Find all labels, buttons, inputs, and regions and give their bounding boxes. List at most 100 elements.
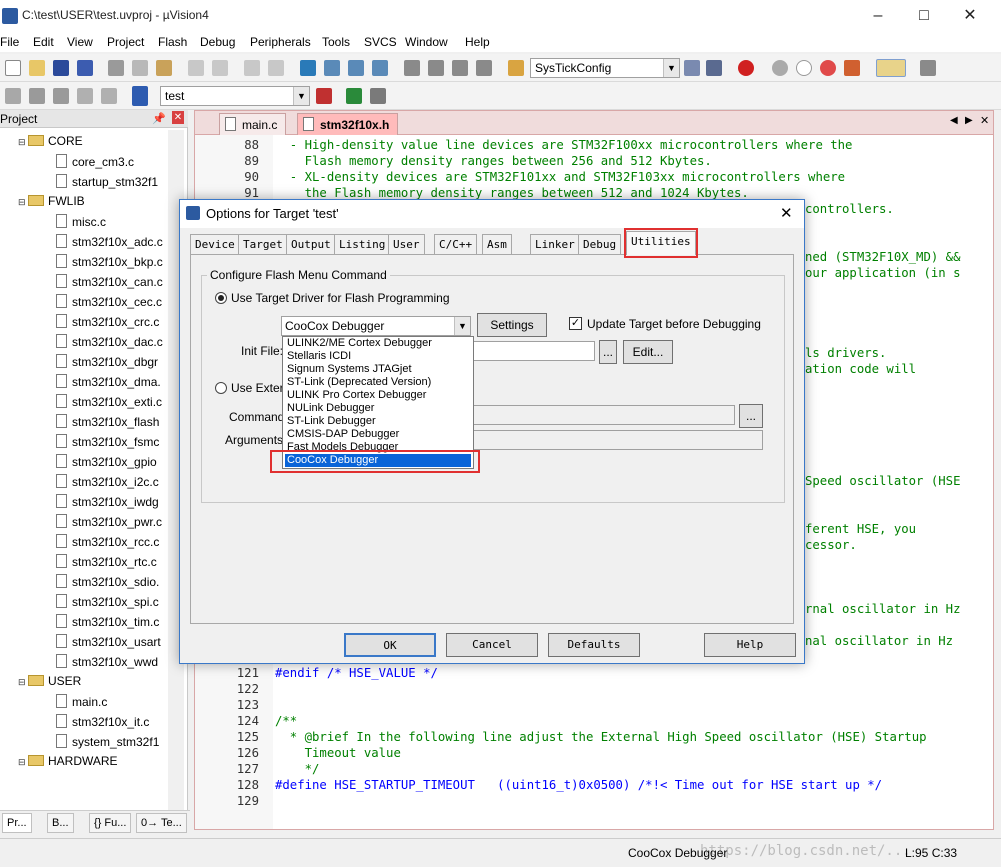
driver-option[interactable]: ULINK2/ME Cortex Debugger — [285, 337, 471, 350]
menu-view[interactable]: View — [67, 35, 93, 49]
update-target-checkbox[interactable]: ✓ — [569, 317, 582, 330]
menu-project[interactable]: Project — [107, 35, 144, 49]
driver-option[interactable]: NULink Debugger — [285, 402, 471, 415]
stop-build-icon[interactable] — [101, 88, 117, 104]
editor-tab-stm32f10x-h[interactable]: stm32f10x.h — [297, 113, 399, 135]
driver-option[interactable]: Signum Systems JTAGjet — [285, 363, 471, 376]
translate-icon[interactable] — [5, 88, 21, 104]
find-in-files-icon[interactable] — [508, 60, 524, 76]
collapse-icon[interactable]: ⊟ — [18, 137, 28, 148]
menu-file[interactable]: File — [0, 35, 19, 49]
edit-button[interactable]: Edit... — [623, 340, 673, 364]
tab-asm[interactable]: Asm — [482, 234, 512, 254]
tab-project[interactable]: Pr... — [2, 813, 32, 833]
next-bookmark-icon[interactable] — [348, 60, 364, 76]
comment-icon[interactable] — [452, 60, 468, 76]
collapse-icon[interactable]: ⊟ — [18, 757, 28, 768]
cancel-button[interactable]: Cancel — [446, 633, 538, 657]
find-icon[interactable] — [684, 60, 700, 76]
menu-debug[interactable]: Debug — [200, 35, 235, 49]
tab-scroll-left-icon[interactable]: ◀ — [950, 115, 958, 126]
tab-templates[interactable]: 0→ Te... — [136, 813, 187, 833]
nav-forward-icon[interactable] — [268, 60, 284, 76]
editor-tab-main[interactable]: main.c — [219, 113, 287, 135]
cut-icon[interactable] — [108, 60, 124, 76]
driver-option[interactable]: Stellaris ICDI — [285, 350, 471, 363]
window-layout-icon[interactable] — [876, 59, 906, 77]
tab-device[interactable]: Device — [190, 234, 240, 254]
build-icon[interactable] — [29, 88, 45, 104]
tab-target[interactable]: Target — [238, 234, 288, 254]
tab-linker[interactable]: Linker — [530, 234, 580, 254]
incremental-find-icon[interactable] — [706, 60, 722, 76]
paste-icon[interactable] — [156, 60, 172, 76]
tab-books[interactable]: B... — [47, 813, 74, 833]
debug-session-icon[interactable] — [738, 60, 754, 76]
init-file-browse-button[interactable]: ... — [599, 340, 617, 364]
redo-icon[interactable] — [212, 60, 228, 76]
help-button[interactable]: Help — [704, 633, 796, 657]
tab-cc[interactable]: C/C++ — [434, 234, 478, 254]
target-combo[interactable]: test ▼ — [160, 86, 310, 106]
disable-breakpoint-icon[interactable] — [796, 60, 812, 76]
tree-folder[interactable]: ⊟ FWLIB — [18, 194, 188, 214]
chevron-down-icon[interactable]: ▼ — [293, 87, 309, 105]
unindent-icon[interactable] — [428, 60, 444, 76]
pin-icon[interactable]: 📌 — [152, 112, 166, 125]
radio-target-driver[interactable] — [215, 292, 227, 304]
driver-option[interactable]: ULINK Pro Cortex Debugger — [285, 389, 471, 402]
menu-window[interactable]: Window — [405, 35, 448, 49]
save-all-icon[interactable] — [77, 60, 93, 76]
close-tab-icon[interactable]: ✕ — [980, 114, 989, 127]
copy-icon[interactable] — [132, 60, 148, 76]
open-file-icon[interactable] — [29, 60, 45, 76]
kill-breakpoints-icon[interactable] — [820, 60, 836, 76]
nav-back-icon[interactable] — [244, 60, 260, 76]
prev-bookmark-icon[interactable] — [324, 60, 340, 76]
clear-bookmarks-icon[interactable] — [372, 60, 388, 76]
maximize-button[interactable]: □ — [901, 0, 947, 32]
command-browse-button[interactable]: ... — [739, 404, 763, 428]
tab-debug[interactable]: Debug — [578, 234, 622, 254]
tree-folder[interactable]: ⊟ CORE — [18, 134, 188, 154]
command-input[interactable] — [471, 405, 735, 425]
collapse-icon[interactable]: ⊟ — [18, 197, 28, 208]
uncomment-icon[interactable] — [476, 60, 492, 76]
tree-folder[interactable]: ⊟ HARDWARE — [18, 754, 188, 774]
close-panel-icon[interactable]: ✕ — [172, 111, 184, 124]
target-options-icon[interactable] — [316, 88, 332, 104]
chevron-down-icon[interactable]: ▼ — [663, 59, 679, 77]
manage-components-icon[interactable] — [346, 88, 362, 104]
radio-external-tool[interactable] — [215, 382, 227, 394]
defaults-button[interactable]: Defaults — [548, 633, 640, 657]
download-icon[interactable] — [132, 86, 148, 106]
driver-option[interactable]: ST-Link Debugger — [285, 415, 471, 428]
enable-disable-icon[interactable] — [844, 60, 860, 76]
bookmark-icon[interactable] — [300, 60, 316, 76]
tab-functions[interactable]: {} Fu... — [89, 813, 132, 833]
arguments-input[interactable] — [471, 430, 763, 450]
tab-scroll-right-icon[interactable]: ▶ — [965, 115, 973, 126]
breakpoint-icon[interactable] — [772, 60, 788, 76]
driver-option[interactable]: CMSIS-DAP Debugger — [285, 428, 471, 441]
menu-svcs[interactable]: SVCS — [364, 35, 397, 49]
menu-flash[interactable]: Flash — [158, 35, 187, 49]
minimize-button[interactable]: – — [855, 0, 901, 32]
tab-output[interactable]: Output — [286, 234, 336, 254]
init-file-input[interactable] — [471, 341, 595, 361]
tree-folder[interactable]: ⊟ USER — [18, 674, 188, 694]
select-packs-icon[interactable] — [370, 88, 386, 104]
undo-icon[interactable] — [188, 60, 204, 76]
ok-button[interactable]: OK — [344, 633, 436, 657]
driver-option[interactable]: ST-Link (Deprecated Version) — [285, 376, 471, 389]
settings-button[interactable]: Settings — [477, 313, 547, 337]
dialog-close-icon[interactable]: ✕ — [780, 204, 793, 222]
chevron-down-icon[interactable]: ▼ — [454, 317, 470, 335]
menu-edit[interactable]: Edit — [33, 35, 54, 49]
driver-select[interactable]: CooCox Debugger ▼ — [281, 316, 471, 336]
batch-build-icon[interactable] — [77, 88, 93, 104]
menu-peripherals[interactable]: Peripherals — [250, 35, 311, 49]
indent-icon[interactable] — [404, 60, 420, 76]
save-icon[interactable] — [53, 60, 69, 76]
configure-icon[interactable] — [920, 60, 936, 76]
